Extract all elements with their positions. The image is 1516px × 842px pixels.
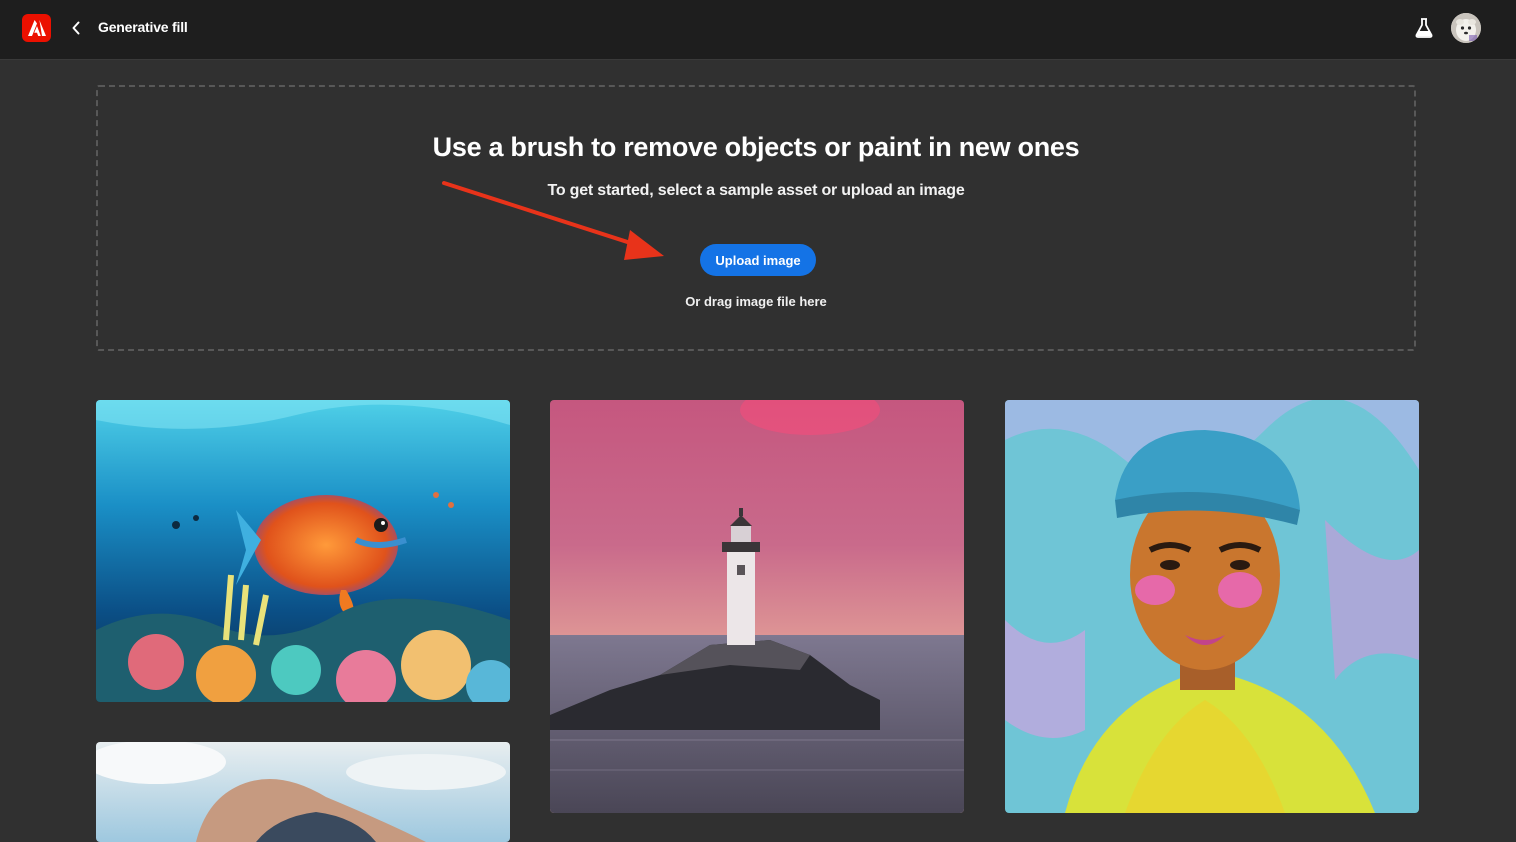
sample-image-lighthouse[interactable] — [550, 400, 964, 813]
sample-image-fish[interactable] — [96, 400, 510, 702]
drag-hint: Or drag image file here — [685, 294, 827, 309]
upload-dropzone[interactable]: Use a brush to remove objects or paint i… — [96, 85, 1416, 351]
dropzone-subtitle: To get started, select a sample asset or… — [547, 182, 965, 199]
chevron-left-icon[interactable] — [66, 18, 86, 38]
top-app-bar: Generative fill — [0, 0, 1516, 60]
sample-image-portrait[interactable] — [1005, 400, 1419, 813]
flask-icon[interactable] — [1413, 17, 1435, 39]
page-title: Generative fill — [98, 19, 188, 35]
upload-image-button[interactable]: Upload image — [700, 244, 816, 276]
dropzone-title: Use a brush to remove objects or paint i… — [432, 132, 1080, 162]
sample-image-sky-hand[interactable] — [96, 742, 510, 842]
user-avatar[interactable] — [1451, 13, 1481, 43]
adobe-logo-icon[interactable] — [22, 14, 51, 42]
